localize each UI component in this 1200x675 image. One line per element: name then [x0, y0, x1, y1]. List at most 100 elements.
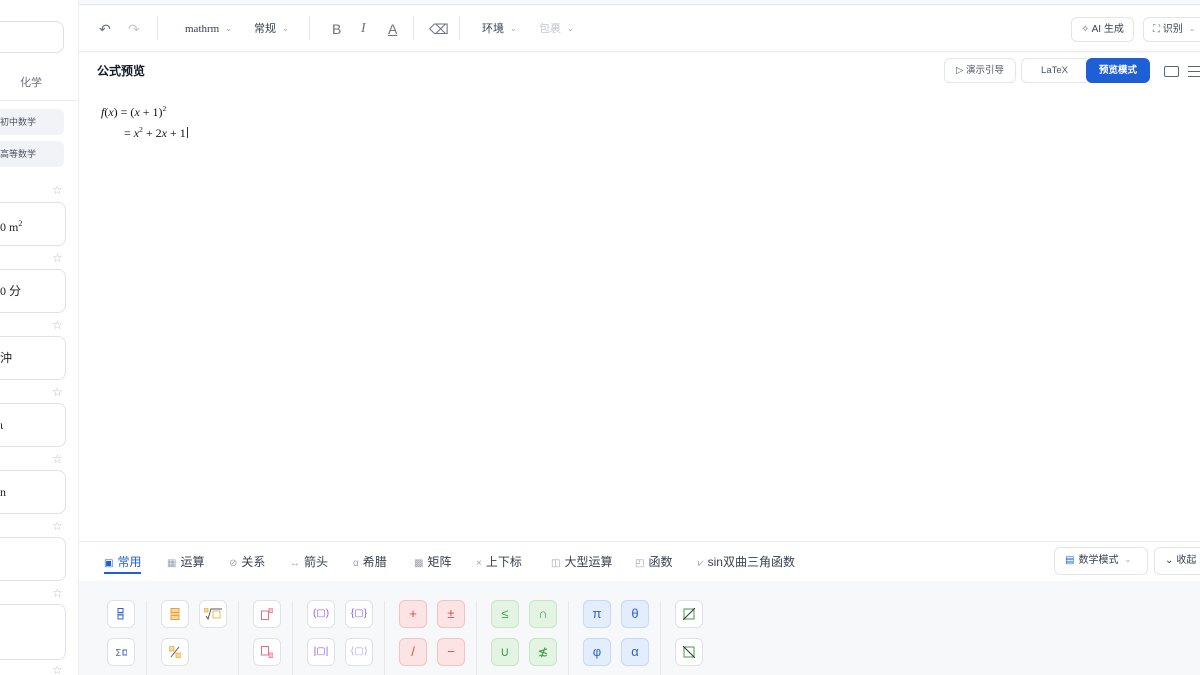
- ai-generate-label: AI 生成: [1091, 24, 1124, 35]
- ai-generate-button[interactable]: ✧ AI 生成: [1071, 17, 1134, 42]
- preview-mode-button[interactable]: 预览模式: [1086, 58, 1150, 83]
- formula-card-5[interactable]: n: [0, 470, 66, 514]
- symbol-category-tabs: ▣ 常用 ▦ 运算 ⊘ 关系 ↔ 箭头 α 希腊 ▩ 矩阵 × 上下标 ◫ 大型运算 ◰ 函数 ⩗…: [79, 541, 1200, 581]
- pi-key[interactable]: π: [583, 600, 611, 628]
- sidebar-tab-chemistry[interactable]: 化学: [20, 74, 42, 90]
- category-chip-advanced-math[interactable]: 高等数学: [0, 141, 64, 167]
- not-less-equal-key[interactable]: ≴: [529, 638, 557, 666]
- tab-operations[interactable]: ▦ 运算: [167, 552, 204, 574]
- minus-key[interactable]: −: [437, 638, 465, 666]
- divide-key[interactable]: /: [399, 638, 427, 666]
- font-select[interactable]: mathrm ⌄: [185, 6, 232, 52]
- sparkle-icon: ✧: [1081, 24, 1092, 35]
- paren-key[interactable]: (▢): [307, 600, 335, 628]
- tab-functions[interactable]: ◰ 函数: [635, 552, 672, 574]
- summation-template-key[interactable]: Σ: [107, 638, 135, 666]
- formula-card-2[interactable]: 0 分: [0, 269, 66, 313]
- environment-label: 环境: [482, 23, 504, 35]
- formula-line-1: f(x) = (x + 1)2: [101, 104, 167, 119]
- tab-arrows[interactable]: ↔ 箭头: [290, 552, 328, 574]
- demo-guide-button[interactable]: ▷ 演示引导: [944, 58, 1016, 83]
- page-title: 公式预览: [97, 64, 146, 78]
- abs-key[interactable]: |▢|: [307, 638, 335, 666]
- favorite-star-icon[interactable]: ☆: [52, 587, 63, 599]
- superscript-key[interactable]: [253, 600, 281, 628]
- stack-template-key[interactable]: [107, 600, 135, 628]
- latex-mode-button[interactable]: LaTeX: [1021, 58, 1087, 83]
- formula-card-3[interactable]: 沖: [0, 336, 66, 380]
- svg-text:Σ: Σ: [115, 648, 121, 658]
- category-chip-middle-school-math[interactable]: 初中数学: [0, 109, 64, 135]
- favorite-star-icon[interactable]: ☆: [52, 453, 63, 465]
- operations-icon: ▦: [167, 558, 177, 569]
- fraction-key[interactable]: [161, 600, 189, 628]
- chevron-down-icon: ⌄: [1188, 24, 1196, 33]
- favorite-star-icon[interactable]: ☆: [52, 386, 63, 398]
- ocr-label: 识别: [1162, 24, 1183, 35]
- favorite-star-icon[interactable]: ☆: [52, 319, 63, 331]
- slash-fraction-key[interactable]: [161, 638, 189, 666]
- plus-key[interactable]: +: [399, 600, 427, 628]
- sidebar-search-input[interactable]: [0, 21, 64, 53]
- tab-common[interactable]: ▣ 常用: [104, 552, 142, 574]
- cancel-key[interactable]: [675, 600, 703, 628]
- chevron-down-icon: ⌄: [282, 24, 289, 33]
- alpha-key[interactable]: α: [621, 638, 649, 666]
- menu-icon[interactable]: [1188, 66, 1200, 77]
- formula-card-text: ι: [0, 418, 4, 432]
- formula-render[interactable]: f(x) = (x + 1)2 = x2 + 2x + 1: [101, 100, 188, 142]
- formula-card-7[interactable]: [0, 604, 66, 660]
- less-equal-key[interactable]: ≤: [491, 600, 519, 628]
- ocr-button[interactable]: ⛶ 识别 ⌄: [1143, 17, 1200, 42]
- keyboard-icon[interactable]: [1164, 66, 1179, 77]
- chevron-down-icon: ⌄: [1165, 555, 1174, 566]
- style-select[interactable]: 常规 ⌄: [254, 6, 289, 52]
- formula-card-sup: 2: [18, 219, 23, 228]
- nth-root-key[interactable]: [199, 600, 227, 628]
- collapse-label: 收起: [1176, 555, 1197, 566]
- theta-key[interactable]: θ: [621, 600, 649, 628]
- tab-hyperbolic-trig[interactable]: ⩗ sin双曲三角函数: [698, 552, 795, 574]
- toolbar-divider: [157, 16, 158, 40]
- formula-card-6[interactable]: [0, 537, 66, 581]
- italic-icon[interactable]: I: [361, 6, 366, 52]
- subscript-key[interactable]: [253, 638, 281, 666]
- favorite-star-icon[interactable]: ☆: [52, 184, 63, 196]
- tab-relations[interactable]: ⊘ 关系: [229, 552, 265, 574]
- tab-large-operators[interactable]: ◫ 大型运算: [551, 552, 612, 574]
- tab-greek[interactable]: α 希腊: [353, 552, 387, 574]
- favorite-star-icon[interactable]: ☆: [52, 252, 63, 264]
- intersection-key[interactable]: ∩: [529, 600, 557, 628]
- formula-card-text: 0 m: [0, 220, 19, 234]
- font-color-icon[interactable]: A: [388, 6, 397, 52]
- eraser-icon[interactable]: ⌫: [429, 6, 449, 52]
- math-mode-label: 数学模式: [1078, 555, 1119, 566]
- plus-minus-key[interactable]: ±: [437, 600, 465, 628]
- environment-select[interactable]: 环境 ⌄: [482, 6, 517, 52]
- bold-icon[interactable]: B: [332, 6, 341, 52]
- union-key[interactable]: ∪: [491, 638, 519, 666]
- tab-matrix[interactable]: ▩ 矩阵: [414, 552, 451, 574]
- back-cancel-key[interactable]: [675, 638, 703, 666]
- undo-icon[interactable]: ↶: [99, 6, 111, 52]
- style-select-value: 常规: [254, 23, 276, 35]
- tab-sub-superscript[interactable]: × 上下标: [476, 552, 522, 574]
- matrix-icon: ▩: [414, 558, 424, 569]
- formula-card-4[interactable]: ι: [0, 403, 66, 447]
- wrap-label: 包裹: [539, 23, 561, 35]
- wrap-select[interactable]: 包裹 ⌄: [539, 6, 574, 52]
- collapse-button[interactable]: ⌄ 收起: [1154, 547, 1200, 575]
- brace-key[interactable]: {▢}: [345, 600, 373, 628]
- alpha-icon: α: [353, 558, 359, 569]
- math-mode-select[interactable]: ▤ 数学模式 ⌄: [1054, 547, 1148, 575]
- favorite-star-icon[interactable]: ☆: [52, 520, 63, 532]
- favorite-star-icon[interactable]: ☆: [52, 664, 63, 675]
- demo-guide-label: 演示引导: [965, 65, 1004, 76]
- scan-icon: ⛶: [1153, 24, 1163, 35]
- redo-icon[interactable]: ↷: [128, 6, 140, 52]
- phi-key[interactable]: φ: [583, 638, 611, 666]
- sidebar-divider: [0, 100, 78, 101]
- formula-card-text: 沖: [0, 351, 13, 365]
- angle-bracket-key[interactable]: ⟨▢⟩: [345, 638, 373, 666]
- formula-card-1[interactable]: 0 m2: [0, 202, 66, 246]
